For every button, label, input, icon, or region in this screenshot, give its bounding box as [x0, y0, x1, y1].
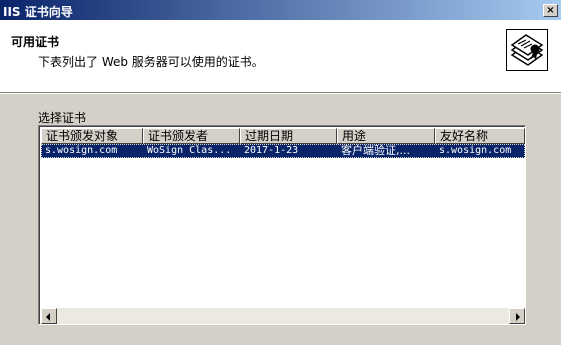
horizontal-scrollbar[interactable] [41, 308, 525, 324]
certificate-wizard-icon [506, 29, 548, 71]
cell-expires: 2017-1-23 [244, 145, 299, 156]
scroll-left-button[interactable] [41, 308, 57, 324]
select-certificate-label: 选择证书 [38, 111, 87, 125]
certificate-list[interactable]: 证书颁发对象 证书颁发者 过期日期 用途 友好名称 s.wosign.com W… [38, 125, 526, 325]
column-issued-to[interactable]: 证书颁发对象 [41, 128, 143, 144]
column-friendly-name[interactable]: 友好名称 [435, 128, 525, 144]
header-subtitle: 下表列出了 Web 服务器可以使用的证书。 [38, 55, 264, 69]
scroll-right-button[interactable] [509, 308, 525, 324]
cell-issued-to: s.wosign.com [45, 145, 118, 156]
cell-purpose: 客户端验证,... [341, 144, 410, 157]
arrow-left-icon [46, 313, 50, 321]
header-separator [0, 92, 561, 94]
cell-issuer: WoSign Clas... [147, 145, 232, 156]
list-header: 证书颁发对象 证书颁发者 过期日期 用途 友好名称 [41, 128, 525, 144]
table-row[interactable]: s.wosign.com WoSign Clas... 2017-1-23 客户… [41, 144, 525, 158]
column-purpose[interactable]: 用途 [337, 128, 435, 144]
title-bar[interactable]: IIS 证书向导 × [0, 0, 561, 20]
window-title: IIS 证书向导 [3, 5, 73, 19]
column-expiration[interactable]: 过期日期 [240, 128, 337, 144]
column-issuer[interactable]: 证书颁发者 [143, 128, 240, 144]
cell-friendly-name: s.wosign.com [439, 145, 512, 156]
header-title: 可用证书 [11, 35, 60, 49]
close-button[interactable]: × [543, 4, 558, 17]
arrow-right-icon [516, 313, 520, 321]
wizard-header: 可用证书 下表列出了 Web 服务器可以使用的证书。 [0, 20, 561, 92]
